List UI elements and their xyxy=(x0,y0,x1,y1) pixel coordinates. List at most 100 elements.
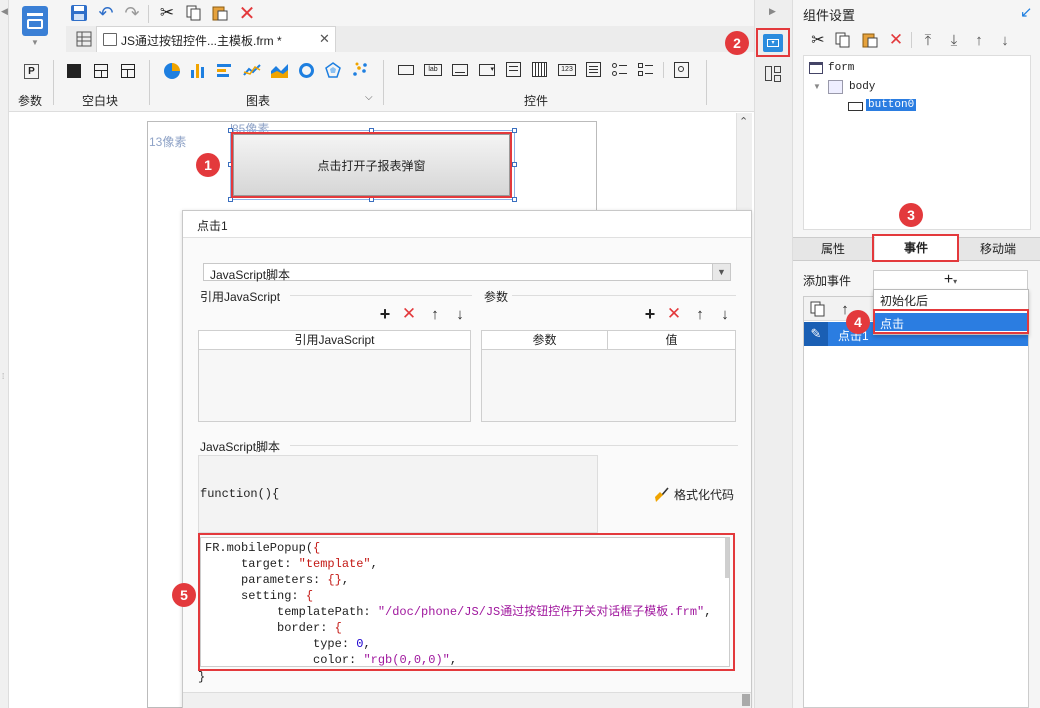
tree-button0[interactable]: button0 xyxy=(866,99,917,111)
tab-mobile[interactable]: 移动端 xyxy=(958,238,1038,260)
code-scrollbar[interactable] xyxy=(725,538,729,578)
chart-group-expand-icon[interactable]: ⌵ xyxy=(365,92,373,103)
combo-widget-icon[interactable]: ▾ xyxy=(479,64,495,76)
event-type-value: JavaScript脚本 xyxy=(210,268,291,282)
add-event-label: 添加事件 xyxy=(803,274,852,288)
param-add-icon[interactable]: + xyxy=(642,304,658,324)
rp-copy-icon[interactable] xyxy=(833,30,853,50)
number-widget-icon[interactable]: 123 xyxy=(558,64,576,76)
label-widget-icon[interactable]: lab xyxy=(424,64,442,76)
scroll-up-icon[interactable]: ⌃ xyxy=(739,115,748,128)
tree-body-icon xyxy=(828,80,843,94)
search-widget-icon[interactable] xyxy=(674,62,689,78)
checkbox-group-widget-icon[interactable] xyxy=(638,62,654,78)
collapse-left-icon[interactable]: ◀ xyxy=(1,6,8,17)
event-copy-icon[interactable] xyxy=(808,299,828,319)
ref-move-up-icon[interactable]: ↑ xyxy=(427,306,443,323)
move-bottom-icon[interactable]: ⤓ xyxy=(944,30,964,50)
copy-icon[interactable] xyxy=(183,2,205,24)
left-collapse-strip[interactable] xyxy=(0,0,9,708)
hbar-chart-icon[interactable] xyxy=(217,63,233,79)
layout-panel-icon[interactable] xyxy=(765,66,781,82)
menu-item-click-label: 点击 xyxy=(880,317,905,331)
ref-js-table[interactable]: 引用JavaScript xyxy=(198,330,471,422)
textbox-widget-icon[interactable] xyxy=(452,64,468,76)
drag-handle-icon[interactable]: ⁞ xyxy=(2,372,4,381)
pin-panel-icon[interactable]: ↙ xyxy=(1020,3,1033,21)
textarea-widget-icon[interactable] xyxy=(586,62,601,77)
right-panel-title: 组件设置 xyxy=(803,8,856,23)
code-line-5: templatePath: "/doc/phone/JS/JS通过按钮控件开关对… xyxy=(205,605,712,619)
popup-button[interactable]: 点击打开子报表弹窗 xyxy=(233,134,510,196)
params-table[interactable]: 参数 值 xyxy=(481,330,736,422)
menu-item-after-init[interactable]: 初始化后 xyxy=(880,292,928,309)
date-widget-icon[interactable] xyxy=(532,62,547,77)
save-icon[interactable] xyxy=(68,2,90,24)
move-up-icon[interactable]: ↑ xyxy=(969,30,989,50)
bar-chart-icon[interactable] xyxy=(190,62,206,78)
widget-group-label: 控件 xyxy=(524,94,549,108)
tab-template[interactable]: JS通过按钮控件...主模板.frm * ✕ xyxy=(96,26,336,52)
tree-body[interactable]: body xyxy=(849,81,875,93)
ref-move-down-icon[interactable]: ↓ xyxy=(452,306,468,323)
tree-button-icon xyxy=(848,102,863,111)
button-widget-icon[interactable] xyxy=(398,65,414,75)
edit-event-icon[interactable]: ✎ xyxy=(804,322,828,346)
select-dropdown-icon[interactable]: ▼ xyxy=(712,264,730,280)
line-chart-icon[interactable] xyxy=(243,62,261,78)
pie-chart-icon[interactable] xyxy=(164,63,180,79)
param-delete-icon[interactable]: ✕ xyxy=(666,304,682,323)
step-badge-2: 2 xyxy=(725,31,749,55)
scatter-chart-icon[interactable] xyxy=(352,62,368,78)
value-col-header: 值 xyxy=(665,333,678,347)
ref-add-icon[interactable]: + xyxy=(377,304,393,324)
grid-view-icon[interactable] xyxy=(76,31,92,47)
tab-close-icon[interactable]: ✕ xyxy=(319,31,330,47)
js-code-editor[interactable]: FR.mobilePopup({ target: "template", par… xyxy=(200,537,730,667)
menu-item-click[interactable]: 点击 xyxy=(875,313,1027,331)
move-down-icon[interactable]: ↓ xyxy=(995,30,1015,50)
ruler-left-label: 13像素 xyxy=(149,135,187,149)
paste-icon[interactable] xyxy=(209,2,231,24)
undo-icon[interactable]: ↶ xyxy=(95,2,117,24)
dialog-title: 点击1 xyxy=(197,219,228,233)
broom-icon xyxy=(655,486,669,502)
area-chart-icon[interactable] xyxy=(271,62,288,78)
gauge-chart-icon[interactable] xyxy=(299,63,314,78)
code-line-6: border: { xyxy=(205,621,342,635)
widget-settings-toggle[interactable]: ▾ xyxy=(763,34,783,52)
delete-icon[interactable]: ✕ xyxy=(236,2,258,25)
cut-icon[interactable]: ✂ xyxy=(156,2,178,24)
ref-delete-icon[interactable]: ✕ xyxy=(401,304,417,323)
add-event-button[interactable]: +▾ xyxy=(873,270,1028,290)
move-top-icon[interactable]: ⤒ xyxy=(918,30,938,50)
tree-form[interactable]: form xyxy=(828,62,854,74)
block-grid-icon[interactable] xyxy=(121,64,135,78)
format-code-button[interactable]: 格式化代码 xyxy=(654,486,734,503)
rp-delete-icon[interactable]: ✕ xyxy=(886,30,906,50)
app-menu-dropdown-icon[interactable]: ▼ xyxy=(31,38,39,47)
code-line-8: color: "rgb(0,0,0)", xyxy=(205,653,458,667)
radio-group-widget-icon[interactable] xyxy=(612,62,628,78)
tab-events[interactable]: 事件 xyxy=(875,236,957,261)
events-list xyxy=(803,296,1029,708)
rp-cut-icon[interactable]: ✂ xyxy=(808,30,828,50)
block-tab-icon[interactable] xyxy=(94,64,108,78)
radar-chart-icon[interactable] xyxy=(325,62,341,78)
param-move-down-icon[interactable]: ↓ xyxy=(717,306,733,323)
block-absolute-icon[interactable] xyxy=(67,64,81,78)
param-move-up-icon[interactable]: ↑ xyxy=(692,306,708,323)
tab-properties[interactable]: 属性 xyxy=(793,238,873,260)
code-line-7: type: 0, xyxy=(205,637,371,651)
redo-icon[interactable]: ↷ xyxy=(121,2,143,24)
tree-expand-icon[interactable]: ▼ xyxy=(813,82,821,91)
param-col-header: 参数 xyxy=(532,333,557,347)
rp-paste-icon[interactable] xyxy=(860,30,880,50)
param-group-label: 参数 xyxy=(18,94,43,108)
expand-right-icon[interactable]: ▶ xyxy=(769,6,776,17)
combocheck-widget-icon[interactable] xyxy=(506,62,521,77)
app-menu-icon[interactable] xyxy=(22,6,48,36)
event-type-select[interactable]: JavaScript脚本 ▼ xyxy=(203,263,731,282)
form-file-icon xyxy=(103,33,117,46)
param-icon[interactable]: P xyxy=(24,64,39,79)
